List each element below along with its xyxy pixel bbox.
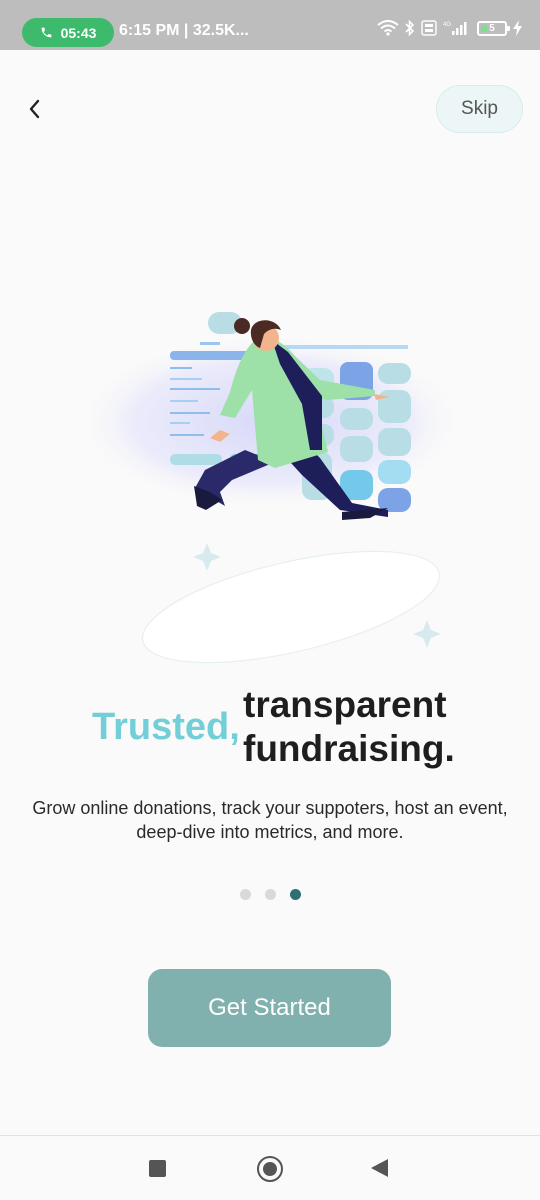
headline-highlight: Trusted, (92, 706, 240, 748)
bluetooth-icon (405, 20, 415, 36)
page-dot-1[interactable] (240, 889, 251, 900)
call-timer: 05:43 (60, 24, 97, 41)
volte-icon (421, 20, 437, 36)
signal-icon: 4G (443, 22, 467, 35)
status-bar: 05:43 6:15 PM | 32.5K... 4G 5 (0, 0, 540, 50)
subtitle: Grow online donations, track your suppot… (32, 798, 508, 842)
page-indicator (240, 889, 301, 900)
network-type: 4G (443, 22, 451, 28)
page-dot-3-active[interactable] (290, 889, 301, 900)
skip-button[interactable]: Skip (436, 85, 523, 133)
system-back-icon[interactable] (371, 1159, 388, 1177)
get-started-button[interactable]: Get Started (148, 969, 391, 1047)
wifi-icon (377, 20, 399, 36)
chevron-left-icon (29, 99, 40, 119)
status-summary: 6:15 PM | 32.5K... (119, 22, 249, 39)
sparkle-icon (413, 620, 441, 648)
page-dot-2[interactable] (265, 889, 276, 900)
recent-apps-icon[interactable] (149, 1160, 166, 1177)
battery-icon: 5 (477, 20, 510, 36)
onboarding-screen: 05:43 6:15 PM | 32.5K... 4G 5 Skip Trust… (0, 0, 540, 1200)
back-button[interactable] (20, 92, 48, 126)
headline: Trusted, transparent fundraising. (0, 682, 540, 782)
status-icons: 4G 5 (377, 20, 522, 36)
fundraising-illustration (75, 312, 465, 664)
sparkle-icon (193, 543, 221, 571)
home-icon[interactable] (257, 1156, 283, 1182)
system-nav-bar (0, 1135, 540, 1200)
headline-line-1: transparent (243, 684, 447, 725)
charging-icon (513, 20, 522, 36)
ongoing-call-pill[interactable]: 05:43 (22, 18, 114, 47)
phone-icon (41, 27, 51, 38)
headline-line-2: fundraising. (243, 728, 455, 769)
battery-level: 5 (489, 22, 495, 34)
floor-disc (141, 550, 441, 664)
